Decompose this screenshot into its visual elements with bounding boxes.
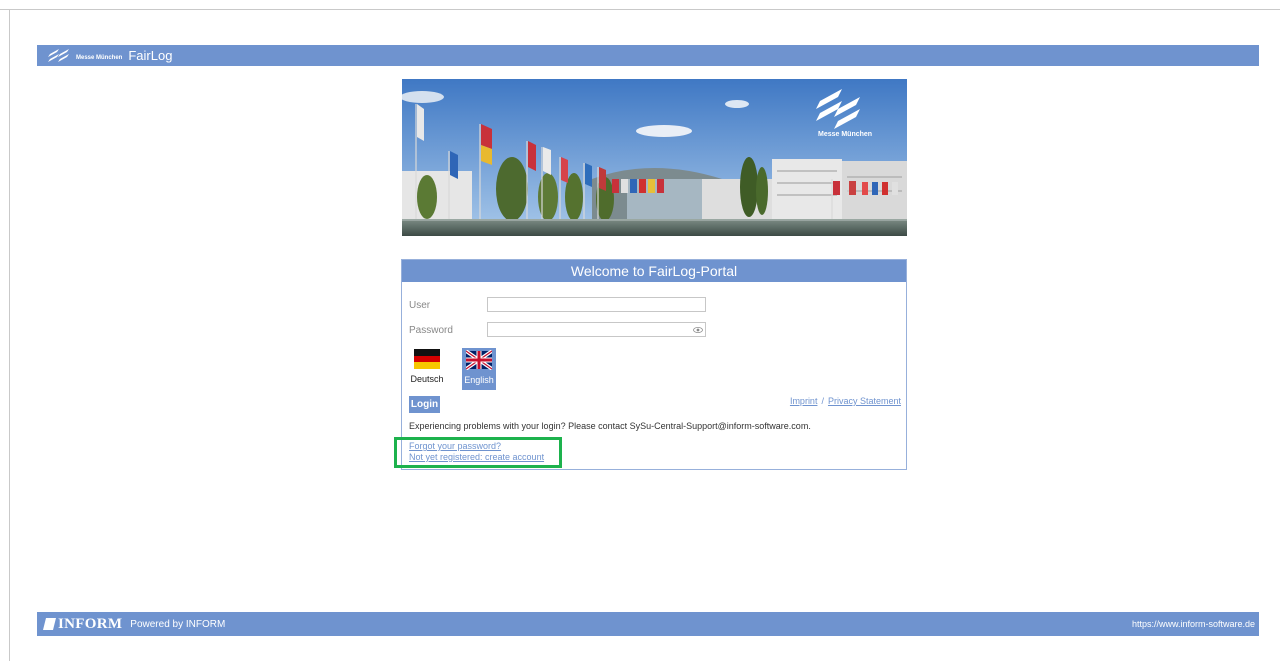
user-label: User bbox=[409, 300, 431, 311]
inform-logo: INFORM bbox=[43, 616, 122, 633]
hero-logo-text: Messe München bbox=[818, 131, 873, 138]
frame-left-border bbox=[9, 9, 10, 661]
privacy-statement-link[interactable]: Privacy Statement bbox=[828, 396, 901, 406]
header-bar: Messe München FairLog bbox=[37, 45, 1259, 66]
show-password-eye-icon[interactable] bbox=[693, 325, 703, 335]
powered-by-text: Powered by INFORM bbox=[130, 618, 226, 630]
inform-brand-text: INFORM bbox=[58, 615, 123, 632]
app-title: FairLog bbox=[128, 48, 173, 63]
highlight-box bbox=[394, 437, 562, 468]
imprint-link[interactable]: Imprint bbox=[790, 396, 818, 406]
language-deutsch-label: Deutsch bbox=[410, 374, 444, 384]
password-label: Password bbox=[409, 325, 453, 336]
hero-image: Messe München bbox=[402, 79, 907, 236]
language-deutsch-button[interactable]: Deutsch bbox=[409, 349, 445, 384]
password-input[interactable] bbox=[487, 322, 706, 337]
login-help-text: Experiencing problems with your login? P… bbox=[409, 421, 811, 431]
uk-flag-icon bbox=[466, 350, 492, 370]
logo-text: Messe München bbox=[76, 54, 123, 61]
frame-top-border bbox=[0, 9, 1280, 10]
language-english-button[interactable]: English bbox=[462, 348, 496, 390]
footer-bar: INFORM Powered by INFORM https://www.inf… bbox=[37, 612, 1259, 636]
legal-links: Imprint / Privacy Statement bbox=[790, 396, 901, 406]
inform-logo-icon bbox=[43, 618, 56, 630]
legal-separator: / bbox=[821, 396, 824, 406]
user-input[interactable] bbox=[487, 297, 706, 312]
language-english-label: English bbox=[464, 375, 494, 385]
messe-muenchen-logo: Messe München bbox=[47, 48, 123, 63]
german-flag-icon bbox=[414, 349, 440, 369]
login-button[interactable]: Login bbox=[409, 396, 440, 413]
messe-logo-icon bbox=[48, 48, 69, 62]
login-panel-title: Welcome to FairLog-Portal bbox=[402, 260, 906, 282]
inform-url-link[interactable]: https://www.inform-software.de bbox=[1132, 619, 1255, 629]
